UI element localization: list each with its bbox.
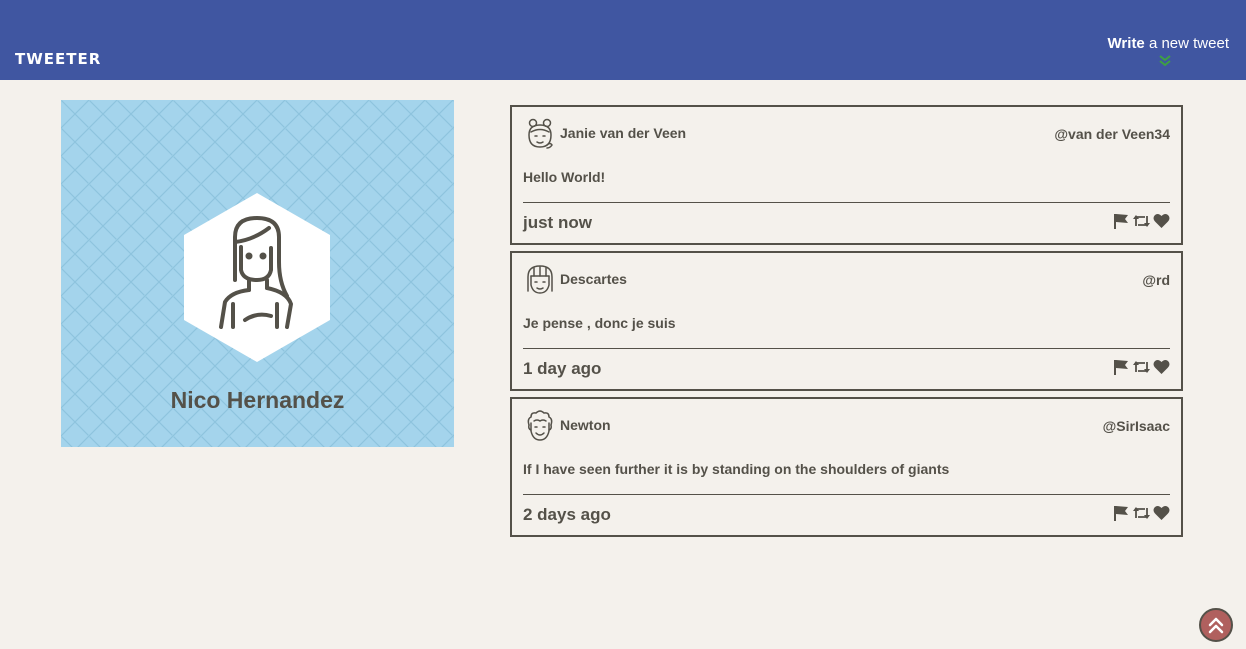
- bangs-avatar-icon: [527, 265, 553, 294]
- top-navbar: TWEETER Write a new tweet: [0, 0, 1246, 80]
- tweet-card: Newton @SirIsaac If I have seen further …: [510, 397, 1183, 537]
- scroll-to-top-button[interactable]: [1199, 608, 1233, 642]
- retweet-icon[interactable]: [1133, 359, 1150, 375]
- tweet-text: If I have seen further it is by standing…: [523, 461, 950, 477]
- girl-buns-avatar-icon: [528, 118, 553, 149]
- curly-hair-avatar-icon: [527, 410, 553, 441]
- tweet-card: Janie van der Veen @van der Veen34 Hello…: [510, 105, 1183, 245]
- heart-icon[interactable]: [1153, 505, 1170, 521]
- tweet-actions: [1113, 359, 1170, 375]
- double-chevron-down-icon[interactable]: [1158, 55, 1172, 67]
- tweet-author-name[interactable]: Newton: [560, 417, 611, 433]
- woman-avatar-icon: [184, 193, 330, 362]
- tweet-text: Hello World!: [523, 169, 606, 185]
- tweet-actions: [1113, 505, 1170, 521]
- heart-icon[interactable]: [1153, 213, 1170, 229]
- retweet-icon[interactable]: [1133, 213, 1150, 229]
- double-chevron-up-icon: [1208, 617, 1224, 634]
- tweet-divider: [523, 202, 1170, 203]
- tweet-text: Je pense , donc je suis: [523, 315, 676, 331]
- tweet-timestamp: 2 days ago: [523, 505, 611, 524]
- tweet-divider: [523, 348, 1170, 349]
- retweet-icon[interactable]: [1133, 505, 1150, 521]
- flag-icon[interactable]: [1113, 505, 1130, 521]
- tweet-author-handle[interactable]: @van der Veen34: [1054, 126, 1170, 142]
- tweet-author-name[interactable]: Janie van der Veen: [560, 125, 686, 141]
- heart-icon[interactable]: [1153, 359, 1170, 375]
- profile-name: Nico Hernandez: [170, 387, 345, 413]
- tweet-actions: [1113, 213, 1170, 229]
- tweet-timestamp: just now: [523, 213, 592, 232]
- tweet-author-name[interactable]: Descartes: [560, 271, 627, 287]
- write-label-bold: Write: [1107, 35, 1145, 52]
- tweet-author-handle[interactable]: @rd: [1142, 272, 1170, 288]
- flag-icon[interactable]: [1113, 213, 1130, 229]
- tweet-timestamp: 1 day ago: [523, 359, 602, 378]
- tweet-card: Descartes @rd Je pense , donc je suis 1 …: [510, 251, 1183, 391]
- flag-icon[interactable]: [1113, 359, 1130, 375]
- write-label-rest: a new tweet: [1144, 35, 1229, 52]
- tweet-author-handle[interactable]: @SirIsaac: [1103, 418, 1170, 434]
- profile-card: Nico Hernandez: [61, 100, 454, 447]
- brand-logo[interactable]: TWEETER: [15, 50, 101, 68]
- write-new-tweet-toggle[interactable]: Write a new tweet: [1107, 35, 1229, 67]
- tweet-divider: [523, 494, 1170, 495]
